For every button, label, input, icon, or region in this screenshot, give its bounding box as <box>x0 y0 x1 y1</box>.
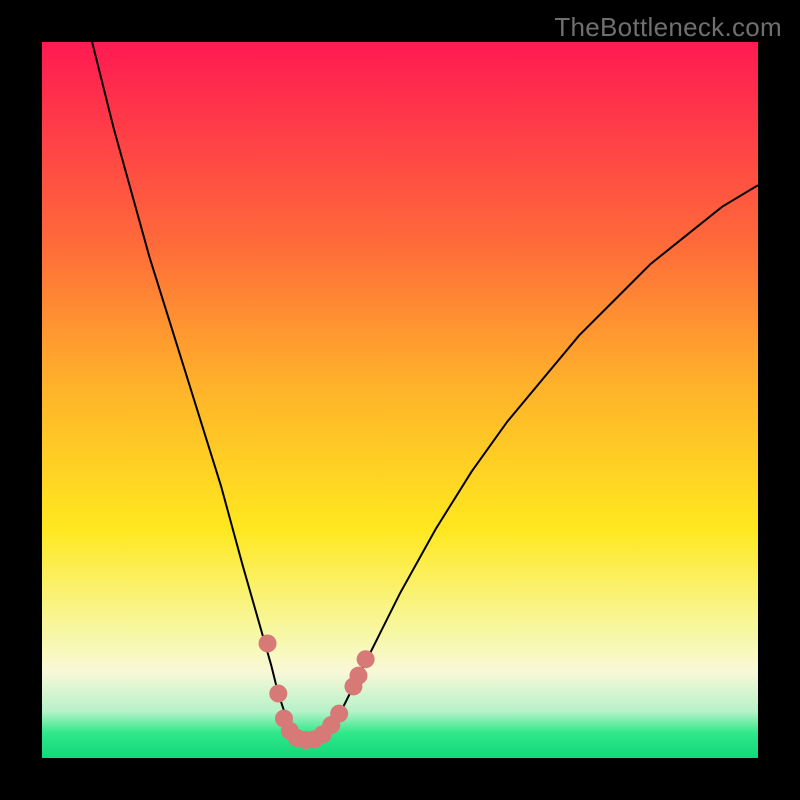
watermark-text: TheBottleneck.com <box>554 12 782 43</box>
highlight-dot <box>330 705 348 723</box>
chart-canvas <box>42 42 758 758</box>
plot-area <box>42 42 758 758</box>
highlight-dot <box>269 685 287 703</box>
highlight-dot <box>259 634 277 652</box>
highlight-dot <box>357 650 375 668</box>
background-gradient <box>42 42 758 758</box>
outer-frame: TheBottleneck.com <box>0 0 800 800</box>
highlight-dot <box>349 667 367 685</box>
